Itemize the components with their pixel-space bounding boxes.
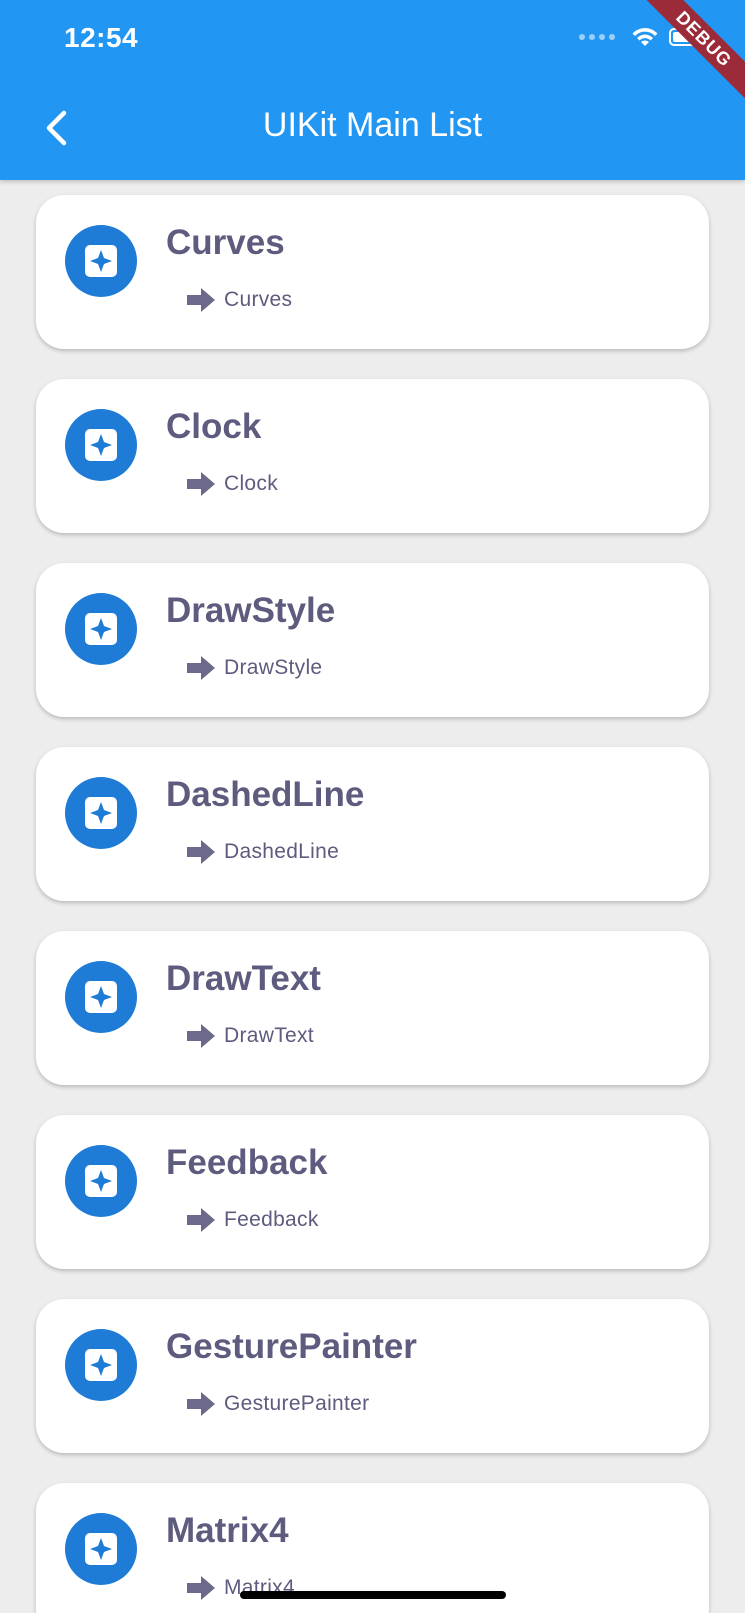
list-item-title: GesturePainter xyxy=(166,1327,417,1366)
widget-icon xyxy=(65,777,137,849)
signal-dots-icon xyxy=(579,34,615,40)
list-item-title: Clock xyxy=(166,407,262,446)
list-item-title: Matrix4 xyxy=(166,1511,289,1550)
arrow-right-icon xyxy=(187,1576,215,1600)
list-item-subtitle-row: DashedLine xyxy=(186,839,339,865)
widget-icon xyxy=(65,593,137,665)
widget-icon xyxy=(65,225,137,297)
list-item-subtitle: Feedback xyxy=(224,1208,319,1231)
list-item-title: DashedLine xyxy=(166,775,365,814)
arrow-right-icon xyxy=(187,1392,215,1416)
list-item-drawstyle[interactable]: DrawStyle DrawStyle xyxy=(36,563,709,717)
list-item-title: Curves xyxy=(166,223,285,262)
list-item-subtitle: Clock xyxy=(224,472,279,495)
list-item-curves[interactable]: Curves Curves xyxy=(36,195,709,349)
widget-icon xyxy=(65,1513,137,1585)
list-item-subtitle-row: Curves xyxy=(186,287,292,313)
arrow-right-icon xyxy=(187,1024,215,1048)
list-item-subtitle: Curves xyxy=(224,288,293,311)
screen: 12:54 DEBUG UIKit Main List Curves Curve… xyxy=(0,0,745,1613)
list-item-subtitle-row: Feedback xyxy=(186,1207,319,1233)
list-item-gesturepainter[interactable]: GesturePainter GesturePainter xyxy=(36,1299,709,1453)
debug-banner: DEBUG xyxy=(634,0,745,109)
list-item-title: Feedback xyxy=(166,1143,328,1182)
widget-icon xyxy=(65,1145,137,1217)
list-item-feedback[interactable]: Feedback Feedback xyxy=(36,1115,709,1269)
list-item-title: DrawStyle xyxy=(166,591,336,630)
wifi-icon xyxy=(632,28,658,46)
list-item-subtitle-row: DrawText xyxy=(186,1023,314,1049)
arrow-right-icon xyxy=(187,656,215,680)
list-item-dashedline[interactable]: DashedLine DashedLine xyxy=(36,747,709,901)
list-item-subtitle: DashedLine xyxy=(224,840,340,863)
home-indicator[interactable] xyxy=(240,1591,506,1599)
list-item-subtitle: GesturePainter xyxy=(224,1392,370,1415)
page-title: UIKit Main List xyxy=(262,106,483,144)
widget-icon xyxy=(65,961,137,1033)
widget-icon xyxy=(65,409,137,481)
arrow-right-icon xyxy=(187,472,215,496)
arrow-right-icon xyxy=(187,288,215,312)
list-item-subtitle: DrawText xyxy=(224,1024,314,1047)
list-item-clock[interactable]: Clock Clock xyxy=(36,379,709,533)
arrow-right-icon xyxy=(187,840,215,864)
app-bar: 12:54 DEBUG UIKit Main List xyxy=(0,0,745,180)
widget-icon xyxy=(65,1329,137,1401)
list-item-subtitle: DrawStyle xyxy=(224,656,323,679)
list-item-drawtext[interactable]: DrawText DrawText xyxy=(36,931,709,1085)
arrow-right-icon xyxy=(187,1208,215,1232)
list-item-subtitle-row: GesturePainter xyxy=(186,1391,369,1417)
list-item-subtitle-row: Clock xyxy=(186,471,278,497)
list-item-title: DrawText xyxy=(166,959,321,998)
list-item-subtitle-row: DrawStyle xyxy=(186,655,322,681)
status-time: 12:54 xyxy=(64,22,139,53)
